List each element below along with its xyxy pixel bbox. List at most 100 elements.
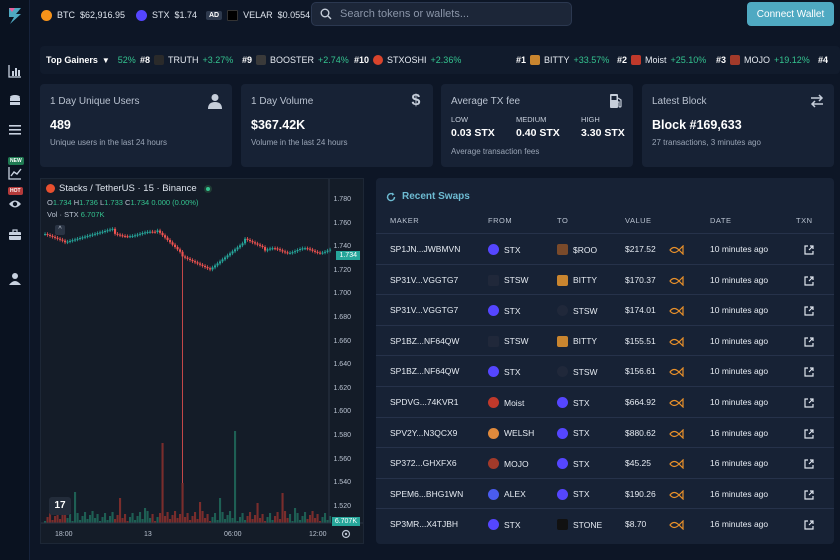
from-token-icon xyxy=(488,458,499,470)
swap-row[interactable]: SP3MR...X4TJBH STX STONE $8.70 16 minutes ag… xyxy=(376,508,834,539)
volume-bar xyxy=(101,517,104,523)
y-tick: 1.700 xyxy=(333,290,351,298)
maker-address[interactable]: SP1BZ...NF64QW xyxy=(390,336,459,346)
volume-bar xyxy=(211,517,214,523)
gainer-item[interactable]: #9 BOOSTER +2.74% xyxy=(242,55,349,65)
candle-body xyxy=(321,252,324,254)
swap-row[interactable]: SP1BZ...NF64QW STSW BITTY $155.51 10 minutes… xyxy=(376,324,834,356)
swap-row[interactable]: SPEM6...BHG1WN ALEX STX $190.26 16 minutes a… xyxy=(376,477,834,509)
external-link-icon[interactable] xyxy=(804,306,814,316)
maker-address[interactable]: SP1JN...JWBMVN xyxy=(390,244,460,254)
volume-bar xyxy=(111,512,114,523)
swap-row[interactable]: SP31V...VGGTG7 STSW BITTY $170.37 10 minutes… xyxy=(376,263,834,295)
fish-icon xyxy=(669,398,684,408)
swap-row[interactable]: SP372...GHXFX6 MOJO STX $45.25 16 minutes ag… xyxy=(376,447,834,478)
bar-chart-icon[interactable] xyxy=(8,64,22,78)
chart-settings-icon[interactable] xyxy=(341,529,351,539)
swap-row[interactable]: SP31V...VGGTG7 STX STSW $174.01 10 minutes a… xyxy=(376,294,834,325)
maker-address[interactable]: SP1BZ...NF64QW xyxy=(390,366,459,376)
from-token-name: MOJO xyxy=(504,458,529,469)
gainer-item[interactable]: #3 MOJO +19.12% xyxy=(716,55,810,65)
ticker-velar[interactable]: AD VELAR $0.0554 xyxy=(206,9,310,21)
external-link-icon[interactable] xyxy=(804,245,814,255)
maker-address[interactable]: SPV2Y...N3QCX9 xyxy=(390,428,457,438)
search-input[interactable] xyxy=(340,8,560,20)
app-logo-icon[interactable] xyxy=(6,6,24,26)
maker-address[interactable]: SP31V...VGGTG7 xyxy=(390,275,458,285)
user-icon[interactable] xyxy=(8,272,22,286)
swap-row[interactable]: SPV2Y...N3QCX9 WELSH STX $880.62 16 minutes … xyxy=(376,416,834,448)
mojo-token-icon xyxy=(730,55,741,65)
to-token-icon xyxy=(557,335,568,347)
external-link-icon[interactable] xyxy=(804,398,814,408)
candle-body xyxy=(126,236,129,238)
volume-bar xyxy=(69,514,72,523)
volume-bar xyxy=(124,514,127,523)
gainer-item[interactable]: #1 BITTY +33.57% xyxy=(516,55,609,65)
maker-address[interactable]: SP372...GHXFX6 xyxy=(390,458,457,468)
fish-icon xyxy=(669,520,684,531)
gainer-item[interactable]: #2 Moist +25.10% xyxy=(617,55,706,65)
from-token-name: WELSH xyxy=(504,428,535,439)
from-token-icon xyxy=(488,366,499,378)
gainer-rank: #9 xyxy=(242,55,253,65)
collapse-chevron-icon[interactable]: ^ xyxy=(55,225,65,235)
candle-body xyxy=(236,247,239,250)
ticker-stx[interactable]: STX $1.74 xyxy=(136,9,197,21)
volume-bar xyxy=(109,516,112,523)
candle-body xyxy=(296,250,299,252)
to-token: BITTY xyxy=(557,335,597,347)
gainer-rank: #2 xyxy=(617,55,628,65)
external-link-icon[interactable] xyxy=(804,367,814,377)
candle-body xyxy=(194,261,197,263)
top-gainers-label: Top Gainers xyxy=(46,55,98,65)
candle-body xyxy=(144,232,147,234)
volume-bar xyxy=(156,517,159,523)
maker-address[interactable]: SPDVG...74KVR1 xyxy=(390,397,459,407)
maker-address[interactable]: SP31V...VGGTG7 xyxy=(390,305,458,315)
maker-address[interactable]: SP3MR...X4TJBH xyxy=(390,519,458,529)
external-link-icon[interactable] xyxy=(804,428,814,439)
list-icon[interactable] xyxy=(8,123,22,137)
tx-fee-card: Average TX fee LOW 0.03 STX MEDIUM 0.40 … xyxy=(441,84,633,167)
briefcase-icon[interactable] xyxy=(8,228,22,242)
candle-body xyxy=(266,249,269,251)
swap-row[interactable]: SP1BZ...NF64QW STX STSW $156.61 10 minutes a… xyxy=(376,355,834,386)
volume-bar xyxy=(166,512,169,523)
to-token: STX xyxy=(557,397,590,408)
maker-address[interactable]: SPEM6...BHG1WN xyxy=(390,489,463,499)
candle-body xyxy=(254,242,257,244)
from-token: STX xyxy=(488,305,521,317)
top-gainers-dropdown[interactable]: Top Gainers ▼ 52% xyxy=(46,55,136,65)
volume-bar xyxy=(179,514,182,523)
external-link-icon[interactable] xyxy=(804,337,814,347)
external-link-icon[interactable] xyxy=(804,490,814,500)
price-chart[interactable]: Stacks / TetherUS · 15 · Binance O1.734 … xyxy=(40,178,364,544)
ticker-btc[interactable]: BTC $62,916.95 xyxy=(41,9,125,21)
swap-row[interactable]: SP1JN...JWBMVN STX $ROO $217.52 10 minutes a… xyxy=(376,233,834,264)
candle-body xyxy=(311,249,314,251)
to-token-icon xyxy=(557,244,568,255)
external-link-icon[interactable] xyxy=(804,275,814,286)
stxoshi-token-icon xyxy=(373,55,384,65)
swap-row[interactable]: SPDVG...74KVR1 Moist STX $664.92 10 minutes … xyxy=(376,386,834,417)
tradingview-logo[interactable]: 17 xyxy=(49,497,71,515)
connect-wallet-button[interactable]: Connect Wallet xyxy=(747,2,834,26)
volume-bar xyxy=(114,519,117,523)
gainer-item[interactable]: #4 xyxy=(818,55,828,65)
chevron-down-icon: ▼ xyxy=(101,55,110,65)
candle-body xyxy=(109,229,112,231)
gainer-item[interactable]: #8 TRUTH +3.27% xyxy=(140,55,233,65)
refresh-icon[interactable] xyxy=(386,192,396,202)
col-header-from: FROM xyxy=(488,216,513,225)
coins-icon[interactable] xyxy=(8,94,22,108)
volume-bar xyxy=(176,518,179,523)
volume-bar xyxy=(164,516,167,523)
external-link-icon[interactable] xyxy=(804,520,814,530)
external-link-icon[interactable] xyxy=(804,459,814,469)
from-token: STX xyxy=(488,366,521,378)
trending-chart-icon[interactable] xyxy=(8,166,22,180)
search-bar[interactable] xyxy=(311,2,572,26)
gainer-item[interactable]: #10 STXOSHI +2.36% xyxy=(354,55,461,65)
eye-icon[interactable] xyxy=(8,197,22,211)
